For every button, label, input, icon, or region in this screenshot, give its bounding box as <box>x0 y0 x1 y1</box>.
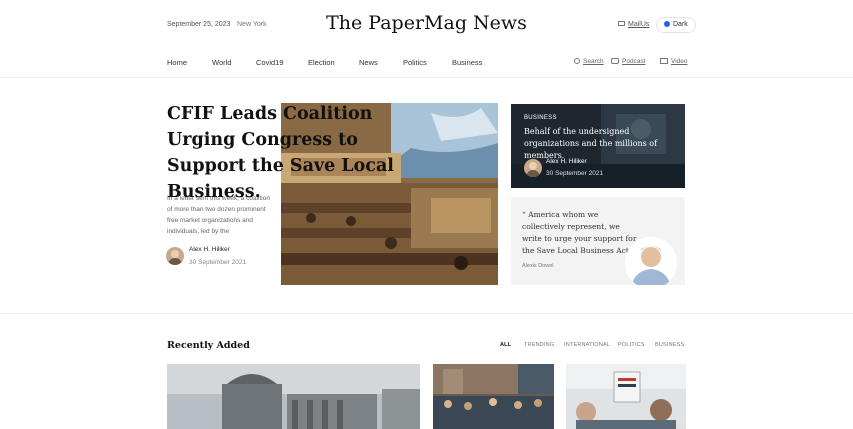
category-badge[interactable]: BUSINESS <box>524 115 557 121</box>
dark-mode-toggle[interactable]: Dark <box>656 17 696 33</box>
hero-author-avatar[interactable] <box>166 247 184 265</box>
recently-added-title: Recently Added <box>167 340 250 351</box>
recent-article-thumb-crowd[interactable] <box>433 364 554 429</box>
recent-article-thumb-capitol[interactable] <box>167 364 420 429</box>
video-icon <box>660 58 668 64</box>
nav-item-election[interactable]: Election <box>308 58 335 67</box>
featured-card-headline[interactable]: Behalf of the undersigned organizations … <box>524 126 674 162</box>
featured-card-date: 30 September 2021 <box>546 170 604 177</box>
featured-card-author-name[interactable]: Alex H. Hiliker <box>546 158 587 165</box>
mail-us-label: MailUs <box>628 21 650 28</box>
hero-article-date: 30 September 2021 <box>189 259 247 266</box>
podcast-link[interactable]: Podcast <box>611 58 646 65</box>
quote-author-photo <box>625 237 677 285</box>
main-navigation: Home World Covid19 Election News Politic… <box>0 48 853 78</box>
quote-author: Alexis Dowel <box>522 263 554 269</box>
section-divider <box>0 313 853 314</box>
mail-us-link[interactable]: MailUs <box>618 21 649 28</box>
nav-item-business[interactable]: Business <box>452 58 482 67</box>
nav-item-covid19[interactable]: Covid19 <box>256 58 284 67</box>
filter-all[interactable]: ALL <box>500 342 511 348</box>
video-label: Video <box>671 58 688 65</box>
podcast-label: Podcast <box>622 58 646 65</box>
nav-item-world[interactable]: World <box>212 58 231 67</box>
search-icon <box>574 58 580 64</box>
nav-item-politics[interactable]: Politics <box>403 58 427 67</box>
featured-card-business[interactable]: BUSINESS Behalf of the undersigned organ… <box>511 104 685 188</box>
search-link[interactable]: Search <box>574 58 604 65</box>
filter-business[interactable]: BUSINESS <box>655 342 684 348</box>
mail-icon <box>618 21 625 26</box>
nav-item-home[interactable]: Home <box>167 58 187 67</box>
hero-headline[interactable]: CFIF Leads Coalition Urging Congress to … <box>167 101 407 205</box>
quote-card: “ America whom we collectively represent… <box>511 197 685 285</box>
filter-international[interactable]: INTERNATIONAL <box>564 342 610 348</box>
top-bar: September 25, 2023 New York The PaperMag… <box>0 0 853 50</box>
hero-author-name[interactable]: Alex H. Hiliker <box>189 246 230 253</box>
filter-politics[interactable]: POLITICS <box>618 342 645 348</box>
filter-trending[interactable]: TRENDING <box>524 342 554 348</box>
featured-card-author-avatar[interactable] <box>524 159 542 177</box>
podcast-icon <box>611 58 619 64</box>
toggle-dot-icon <box>664 21 670 27</box>
search-label: Search <box>583 58 604 65</box>
quote-text: “ America whom we collectively represent… <box>522 210 637 255</box>
site-logo[interactable]: The PaperMag News <box>0 12 853 34</box>
recent-article-thumb-protest[interactable] <box>566 364 686 429</box>
dark-mode-label: Dark <box>673 21 688 28</box>
nav-item-news[interactable]: News <box>359 58 378 67</box>
video-link[interactable]: Video <box>660 58 688 65</box>
